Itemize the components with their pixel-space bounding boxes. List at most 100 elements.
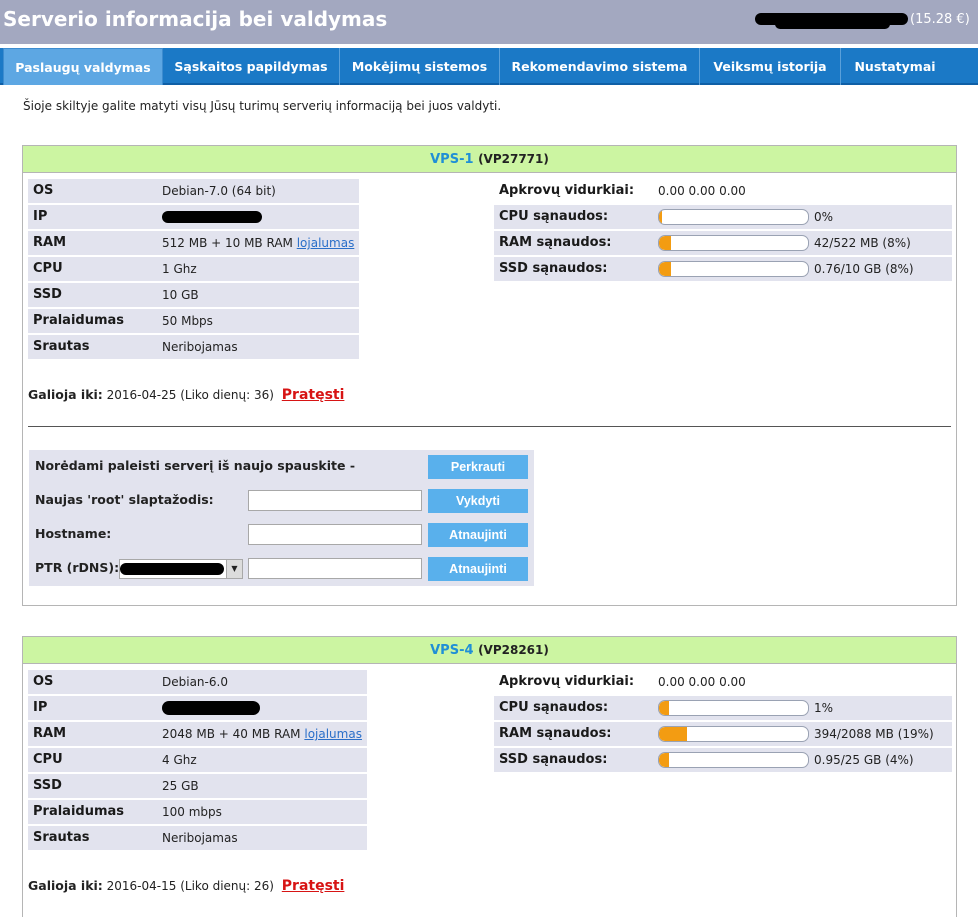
spec-row-os: OS Debian-7.0 (64 bit) [28, 179, 359, 203]
usage-label: CPU sąnaudos: [499, 209, 609, 224]
spec-value: 1 Ghz [162, 262, 197, 276]
usage-value: 1% [814, 701, 834, 715]
usage-label: RAM sąnaudos: [499, 726, 612, 741]
spec-row-ram: RAM 512 MB + 10 MB RAM lojalumas [28, 231, 359, 255]
spec-value: Neribojamas [162, 340, 238, 354]
load-avg-value: 0.00 0.00 0.00 [658, 675, 746, 689]
chevron-down-icon: ▼ [226, 560, 242, 578]
tab-settings[interactable]: Nustatymai [841, 48, 949, 85]
spec-row-ram: RAM 2048 MB + 40 MB RAM lojalumas [28, 722, 367, 746]
usage-row-load: Apkrovų vidurkiai: 0.00 0.00 0.00 [494, 670, 952, 694]
spec-row-cpu: CPU 4 Ghz [28, 748, 367, 772]
page-title: Serverio informacija bei valdymas [3, 7, 388, 31]
spec-row-bandwidth: Pralaidumas 100 mbps [28, 800, 367, 824]
cpu-progress-bar [658, 209, 809, 225]
spec-row-os: OS Debian-6.0 [28, 670, 367, 694]
spec-value: 100 mbps [162, 805, 222, 819]
usage-label: CPU sąnaudos: [499, 700, 609, 715]
server-actions: Norėdami paleisti serverį iš naujo spaus… [29, 450, 534, 586]
tab-payment-systems[interactable]: Mokėjimų sistemos [340, 48, 500, 85]
action-row-ptr: PTR (rDNS): ▼ Atnaujinti [29, 552, 534, 586]
tab-referral-system[interactable]: Rekomendavimo sistema [500, 48, 700, 85]
expiry-line: Galioja iki: 2016-04-15 (Liko dienų: 26)… [28, 878, 344, 894]
update-ptr-button[interactable]: Atnaujinti [428, 557, 528, 581]
spec-value: 512 MB + 10 MB RAM lojalumas [162, 231, 354, 255]
update-hostname-button[interactable]: Atnaujinti [428, 523, 528, 547]
account-balance: (15.28 €) [910, 12, 970, 27]
usage-row-ssd: SSD sąnaudos: 0.76/10 GB (8%) [494, 257, 952, 281]
spec-value: Debian-7.0 (64 bit) [162, 184, 276, 198]
spec-table: OS Debian-7.0 (64 bit) IP RAM 512 MB + 1… [28, 179, 359, 361]
spec-row-traffic: Srautas Neribojamas [28, 335, 359, 359]
spec-label: OS [33, 674, 54, 689]
loyalty-link[interactable]: lojalumas [304, 727, 362, 741]
usage-row-ram: RAM sąnaudos: 394/2088 MB (19%) [494, 722, 952, 746]
expiry-label: Galioja iki: [28, 878, 103, 893]
action-row-root: Naujas 'root' slaptažodis: Vykdyti [29, 484, 534, 518]
hostname-label: Hostname: [35, 526, 112, 541]
spec-value: 4 Ghz [162, 753, 197, 767]
ptr-ip-select[interactable]: ▼ [119, 559, 243, 579]
hostname-input[interactable] [248, 524, 422, 545]
spec-label: Srautas [33, 339, 90, 354]
usage-value: 0% [814, 210, 834, 224]
ptr-input[interactable] [248, 558, 422, 579]
execute-button[interactable]: Vykdyti [428, 489, 528, 513]
spec-row-bandwidth: Pralaidumas 50 Mbps [28, 309, 359, 333]
loyalty-link[interactable]: lojalumas [297, 236, 355, 250]
spec-value: 2048 MB + 40 MB RAM lojalumas [162, 722, 362, 746]
section-divider [28, 426, 951, 427]
usage-label: Apkrovų vidurkiai: [499, 674, 635, 689]
spec-value: Debian-6.0 [162, 675, 228, 689]
usage-label: SSD sąnaudos: [499, 261, 608, 276]
usage-label: RAM sąnaudos: [499, 235, 612, 250]
usage-value: 42/522 MB (8%) [814, 236, 911, 250]
days-left: (Liko dienų: 36) [180, 388, 274, 402]
usage-value: 394/2088 MB (19%) [814, 727, 934, 741]
spec-label: Pralaidumas [33, 313, 125, 328]
spec-value: 25 GB [162, 779, 199, 793]
ram-value: 2048 MB + 40 MB RAM [162, 727, 301, 741]
spec-label: Pralaidumas [33, 804, 125, 819]
spec-label: SSD [33, 287, 62, 302]
tab-account-topup[interactable]: Sąskaitos papildymas [163, 48, 340, 85]
reboot-button[interactable]: Perkrauti [428, 455, 528, 479]
vps-name[interactable]: VPS-4 [430, 643, 473, 658]
ram-progress-bar [658, 235, 809, 251]
vps-panel: VPS-4 (VP28261) OS Debian-6.0 IP RAM 204… [22, 636, 957, 917]
usage-table: Apkrovų vidurkiai: 0.00 0.00 0.00 CPU są… [494, 179, 952, 283]
spec-table: OS Debian-6.0 IP RAM 2048 MB + 40 MB RAM… [28, 670, 367, 852]
usage-row-ssd: SSD sąnaudos: 0.95/25 GB (4%) [494, 748, 952, 772]
vps-header: VPS-1 (VP27771) [23, 146, 956, 173]
usage-value: 0.76/10 GB (8%) [814, 262, 914, 276]
spec-label: CPU [33, 261, 63, 276]
action-row-hostname: Hostname: Atnaujinti [29, 518, 534, 552]
reboot-label: Norėdami paleisti serverį iš naujo spaus… [35, 458, 356, 473]
spec-label: Srautas [33, 830, 90, 845]
tab-action-history[interactable]: Veiksmų istorija [700, 48, 841, 85]
spec-row-ip: IP [28, 205, 359, 229]
intro-text: Šioje skiltyje galite matyti visų Jūsų t… [23, 99, 502, 113]
spec-value: 10 GB [162, 288, 199, 302]
expiry-line: Galioja iki: 2016-04-25 (Liko dienų: 36)… [28, 387, 344, 403]
spec-value: Neribojamas [162, 831, 238, 845]
extend-link[interactable]: Pratęsti [282, 387, 345, 403]
extend-link[interactable]: Pratęsti [282, 878, 345, 894]
spec-label: IP [33, 209, 48, 224]
tab-service-management[interactable]: Paslaugų valdymas [3, 48, 163, 85]
vps-name[interactable]: VPS-1 [430, 152, 473, 167]
expiry-date: 2016-04-25 [106, 388, 177, 402]
spec-label: IP [33, 700, 48, 715]
spec-label: RAM [33, 235, 67, 250]
root-password-input[interactable] [248, 490, 422, 511]
load-avg-value: 0.00 0.00 0.00 [658, 184, 746, 198]
days-left: (Liko dienų: 26) [180, 879, 274, 893]
spec-label: RAM [33, 726, 67, 741]
usage-row-cpu: CPU sąnaudos: 0% [494, 205, 952, 229]
spec-row-ssd: SSD 25 GB [28, 774, 367, 798]
username-redacted [755, 9, 908, 31]
usage-row-cpu: CPU sąnaudos: 1% [494, 696, 952, 720]
app-header: Serverio informacija bei valdymas (15.28… [0, 0, 978, 44]
usage-row-load: Apkrovų vidurkiai: 0.00 0.00 0.00 [494, 179, 952, 203]
cpu-progress-bar [658, 700, 809, 716]
